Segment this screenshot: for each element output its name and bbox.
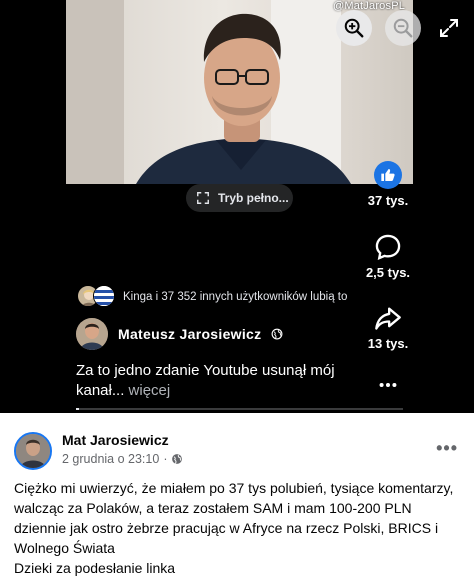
share-icon bbox=[375, 307, 401, 330]
fullscreen-icon bbox=[197, 192, 209, 204]
comment-icon bbox=[375, 234, 401, 261]
reel-caption-text: Za to jedno zdanie Youtube usunął mój ka… bbox=[76, 362, 335, 399]
more-options-button[interactable] bbox=[358, 374, 418, 396]
share-action[interactable]: 13 tys. bbox=[358, 304, 418, 351]
reel-author-name[interactable]: Mateusz Jarosiewicz bbox=[118, 326, 261, 342]
fullscreen-label: Tryb pełno... bbox=[218, 191, 289, 205]
post-author-avatar[interactable] bbox=[14, 432, 52, 470]
post-paragraph: Ciężko mi uwierzyć, że miałem po 37 tys … bbox=[14, 480, 454, 556]
likers-text: Kinga i 37 352 innych użytkowników lubią… bbox=[123, 291, 348, 303]
caption-more-link[interactable]: więcej bbox=[129, 382, 171, 399]
globe-icon bbox=[272, 328, 283, 340]
video-progress-fill bbox=[76, 408, 80, 410]
like-action[interactable]: 37 tys. bbox=[358, 161, 418, 208]
globe-icon bbox=[172, 454, 183, 464]
video-progress-bar[interactable] bbox=[76, 408, 403, 410]
more-icon bbox=[379, 382, 397, 388]
reel-author-row[interactable]: Mateusz Jarosiewicz bbox=[76, 318, 283, 350]
zoom-in-button[interactable] bbox=[336, 10, 372, 46]
fullscreen-button[interactable]: Tryb pełno... bbox=[186, 184, 293, 212]
comment-action[interactable]: 2,5 tys. bbox=[358, 233, 418, 280]
likers-row[interactable]: Kinga i 37 352 innych użytkowników lubią… bbox=[77, 285, 347, 309]
like-icon bbox=[374, 161, 402, 189]
shares-count: 13 tys. bbox=[367, 336, 409, 351]
post-more-button[interactable]: ••• bbox=[436, 438, 458, 459]
reel-author-avatar[interactable] bbox=[76, 318, 108, 350]
post-text: Ciężko mi uwierzyć, że miałem po 37 tys … bbox=[14, 478, 466, 578]
reel-caption: Za to jedno zdanie Youtube usunął mój ka… bbox=[76, 361, 336, 401]
post-paragraph: Dzieki za podesłanie linka bbox=[14, 560, 176, 576]
zoom-in-icon bbox=[344, 18, 364, 38]
liker-avatars bbox=[77, 285, 117, 309]
reel-viewer: @MatJarosPL Tryb pełno... 37 tys. 2,5 ty… bbox=[0, 0, 474, 413]
post-date[interactable]: 2 grudnia o 23:10 bbox=[62, 452, 159, 466]
zoom-out-icon bbox=[393, 18, 413, 38]
post-meta: 2 grudnia o 23:10 · bbox=[62, 452, 183, 466]
liker-avatar bbox=[93, 285, 115, 307]
post-header: Mat Jarosiewicz 2 grudnia o 23:10 · ••• bbox=[14, 430, 464, 472]
zoom-out-button[interactable] bbox=[385, 10, 421, 46]
post-meta-separator: · bbox=[163, 452, 168, 466]
video-watermark: @MatJarosPL bbox=[333, 0, 406, 12]
expand-icon[interactable] bbox=[437, 16, 461, 40]
likes-count: 37 tys. bbox=[367, 193, 409, 208]
post-author-name[interactable]: Mat Jarosiewicz bbox=[62, 432, 169, 448]
comments-count: 2,5 tys. bbox=[365, 265, 411, 280]
